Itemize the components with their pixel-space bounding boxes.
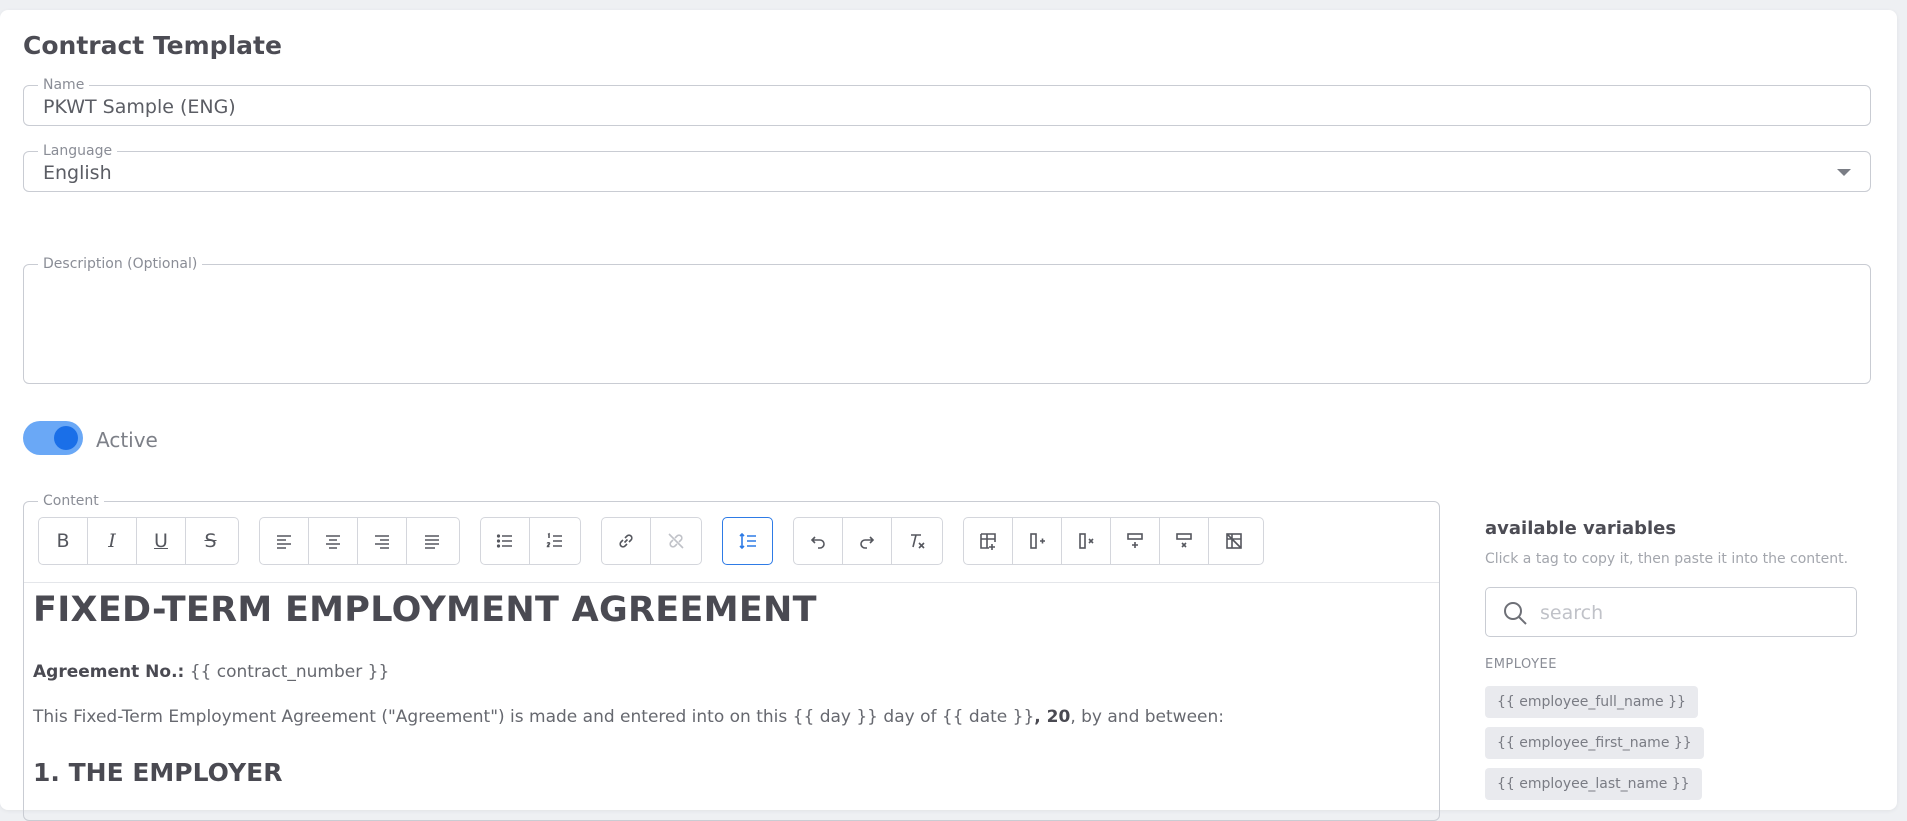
language-select[interactable]: Language English	[23, 143, 1871, 192]
link-icon[interactable]	[602, 518, 651, 564]
clear-format-icon[interactable]	[892, 518, 941, 564]
section-employer-heading: 1. THE EMPLOYER	[33, 758, 283, 787]
format-group: B I U S	[38, 517, 239, 565]
table-group	[963, 517, 1264, 565]
language-select-label: Language	[38, 143, 118, 159]
description-field-label: Description (Optional)	[38, 256, 203, 272]
italic-icon[interactable]: I	[88, 518, 137, 564]
variables-search-input[interactable]	[1538, 597, 1842, 629]
language-select-value[interactable]: English	[43, 162, 112, 184]
name-field-label: Name	[38, 77, 90, 93]
insert-table-icon[interactable]	[964, 518, 1013, 564]
variables-search[interactable]	[1485, 587, 1857, 637]
align-right-icon[interactable]	[358, 518, 407, 564]
name-field-value[interactable]: PKWT Sample (ENG)	[43, 96, 236, 118]
add-column-icon[interactable]	[1013, 518, 1062, 564]
add-row-icon[interactable]	[1111, 518, 1160, 564]
delete-column-icon[interactable]	[1062, 518, 1111, 564]
undo-icon[interactable]	[794, 518, 843, 564]
variables-hint: Click a tag to copy it, then paste it in…	[1485, 551, 1849, 567]
unlink-icon[interactable]	[651, 518, 700, 564]
description-field[interactable]: Description (Optional)	[23, 256, 1871, 384]
editor-toolbar: B I U S	[24, 502, 1439, 583]
bold-icon[interactable]: B	[39, 518, 88, 564]
delete-table-icon[interactable]	[1209, 518, 1258, 564]
underline-icon[interactable]: U	[137, 518, 186, 564]
variables-title: available variables	[1485, 518, 1677, 539]
history-group	[793, 517, 943, 565]
agreement-number-label: Agreement No.:	[33, 662, 185, 682]
list-group	[480, 517, 581, 565]
active-toggle-label: Active	[96, 428, 158, 452]
intro-paragraph: This Fixed-Term Employment Agreement ("A…	[33, 707, 1225, 727]
redo-icon[interactable]	[843, 518, 892, 564]
align-group	[259, 517, 460, 565]
variable-tag[interactable]: {{ employee_full_name }}	[1485, 686, 1698, 718]
variables-section-employee: EMPLOYEE	[1485, 657, 1557, 672]
delete-row-icon[interactable]	[1160, 518, 1209, 564]
variable-tag[interactable]: {{ employee_last_name }}	[1485, 768, 1702, 800]
name-field[interactable]: Name PKWT Sample (ENG)	[23, 77, 1871, 126]
chevron-down-icon[interactable]	[1837, 169, 1851, 176]
document-title: FIXED-TERM EMPLOYMENT AGREEMENT	[33, 590, 817, 630]
toggle-knob	[54, 426, 78, 450]
numbered-list-icon[interactable]	[530, 518, 579, 564]
align-justify-icon[interactable]	[407, 518, 456, 564]
link-group	[601, 517, 702, 565]
variable-tag[interactable]: {{ employee_first_name }}	[1485, 727, 1704, 759]
line-height-group	[722, 517, 773, 565]
active-toggle[interactable]	[23, 421, 83, 455]
line-height-icon[interactable]	[723, 518, 772, 564]
agreement-number-line: Agreement No.: {{ contract_number }}	[33, 662, 389, 682]
search-icon	[1504, 602, 1527, 625]
bullet-list-icon[interactable]	[481, 518, 530, 564]
page-title: Contract Template	[23, 31, 282, 60]
align-center-icon[interactable]	[309, 518, 358, 564]
strikethrough-icon[interactable]: S	[186, 518, 235, 564]
agreement-number-value: {{ contract_number }}	[189, 662, 390, 682]
align-left-icon[interactable]	[260, 518, 309, 564]
content-editor: Content B I U S FIXED-TERM EMPLOYMENT AG…	[23, 493, 1440, 821]
